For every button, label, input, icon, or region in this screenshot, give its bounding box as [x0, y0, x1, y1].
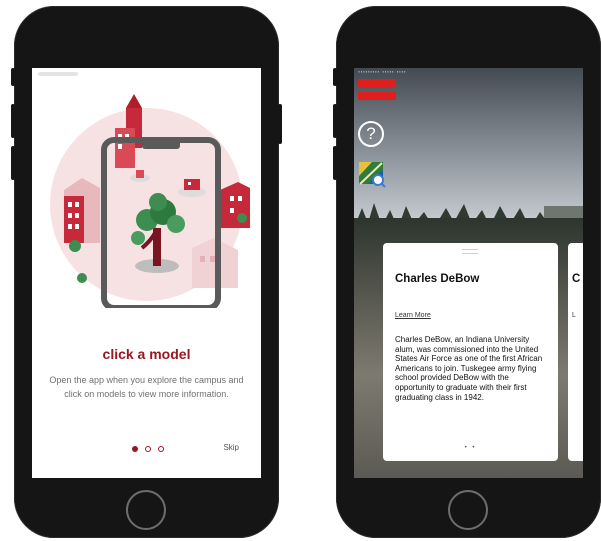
page-dot-3[interactable] — [158, 446, 164, 452]
card-title: Charles DeBow — [395, 273, 480, 285]
status-readout: ▪▪▪▪▪▪▪▪▪ ▪▪▪▪▪ ▪▪▪▪ — [358, 71, 407, 75]
phone-right: ▪▪▪▪▪▪▪▪▪ ▪▪▪▪▪ ▪▪▪▪ ? Charles DeBow Lea… — [333, 6, 601, 538]
status-bar — [38, 72, 78, 76]
next-card-link: L — [572, 312, 576, 319]
alert-bar-1 — [358, 79, 396, 87]
alert-bar-2 — [358, 92, 396, 100]
campus-ar-illustration — [64, 94, 250, 308]
card-description: Charles DeBow, an Indiana University alu… — [395, 335, 543, 402]
power-button — [278, 104, 282, 144]
volume-up-button — [11, 104, 15, 138]
home-button[interactable] — [126, 490, 166, 530]
onboarding-description: Open the app when you explore the campus… — [49, 375, 244, 399]
volume-down-button — [11, 146, 15, 180]
learn-more-link[interactable]: Learn More — [395, 312, 431, 319]
mute-switch — [11, 68, 15, 86]
page-indicator — [132, 446, 164, 452]
volume-up-button — [333, 104, 337, 138]
skip-button[interactable]: Skip — [223, 443, 239, 452]
model-info-card[interactable]: Charles DeBow Learn More Charles DeBow, … — [383, 243, 558, 461]
ar-camera-screen: ▪▪▪▪▪▪▪▪▪ ▪▪▪▪▪ ▪▪▪▪ ? Charles DeBow Lea… — [354, 68, 583, 478]
question-mark-icon[interactable]: ? — [358, 121, 384, 147]
onboarding-screen: click a model Open the app when you expl… — [32, 68, 261, 478]
onboarding-title: click a model — [102, 346, 191, 362]
volume-down-button — [333, 146, 337, 180]
map-icon[interactable] — [358, 160, 386, 188]
drag-handle[interactable] — [462, 249, 478, 254]
phone-left: click a model Open the app when you expl… — [11, 6, 282, 538]
home-button[interactable] — [448, 490, 488, 530]
page-dot-1[interactable] — [132, 446, 138, 452]
mute-switch — [333, 68, 337, 86]
page-dot-2[interactable] — [145, 446, 151, 452]
card-pager[interactable]: • • — [383, 445, 558, 451]
next-info-card[interactable]: C L — [568, 243, 583, 461]
next-card-title: C — [572, 273, 581, 285]
